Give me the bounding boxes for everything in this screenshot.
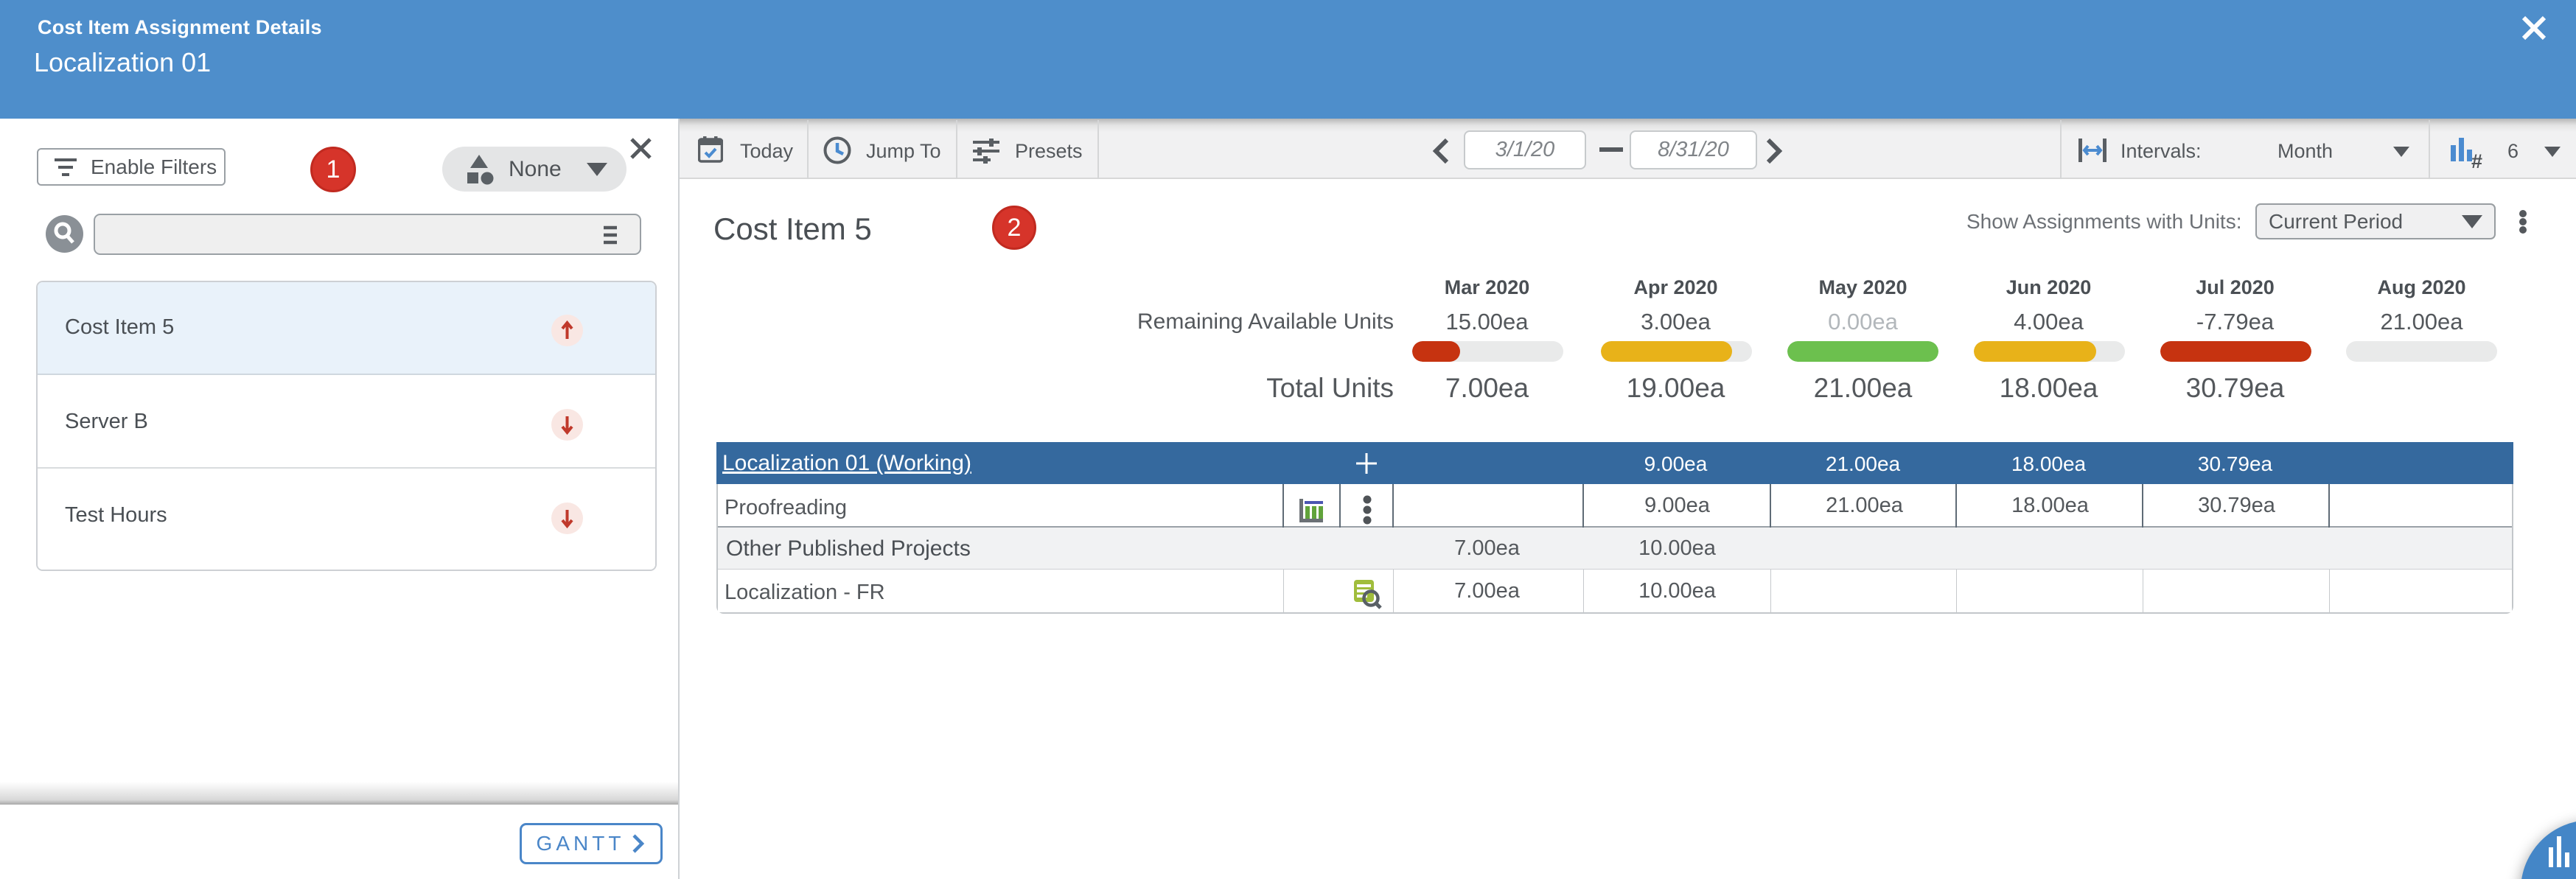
svg-text:#: # — [2471, 150, 2482, 170]
